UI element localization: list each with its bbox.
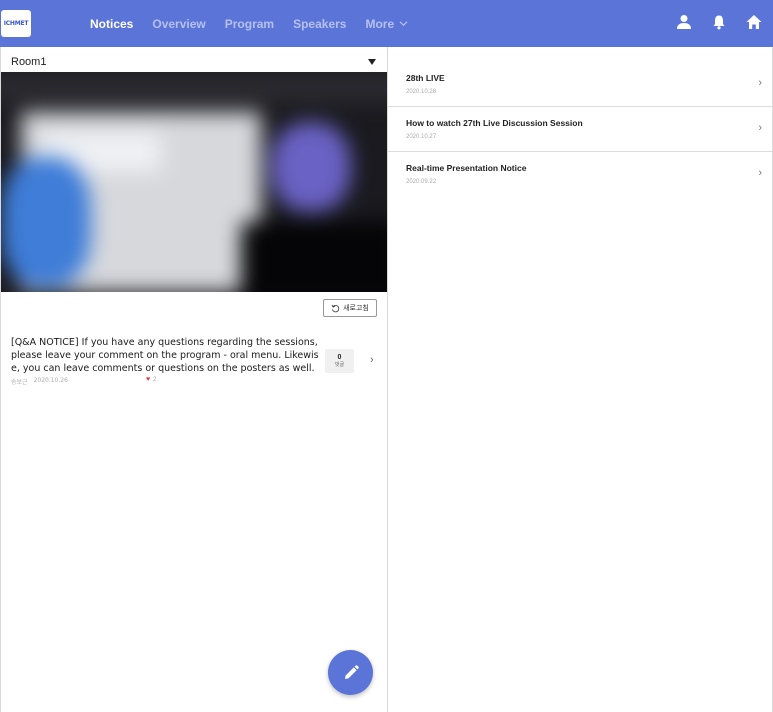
video-frame-blurred: [1, 72, 387, 292]
nav-notices[interactable]: Notices: [90, 17, 133, 31]
nav-more-label: More: [365, 16, 395, 31]
room-select-value: Room1: [11, 56, 47, 68]
pencil-icon: [344, 664, 359, 679]
nav-more[interactable]: More: [365, 17, 408, 31]
comment-label: 댓글: [334, 362, 345, 368]
user-icon[interactable]: [676, 14, 692, 30]
notice-date: 2020.10.27: [406, 134, 437, 140]
post-likes: ♥ 2: [146, 376, 157, 383]
chevron-right-icon[interactable]: ›: [370, 354, 374, 366]
post-meta: 송보근 2020.10.26: [11, 377, 68, 386]
caret-down-icon: [368, 59, 376, 65]
notice-title: How to watch 27th Live Discussion Sessio…: [406, 118, 583, 128]
notice-date: 2020.09.22: [406, 179, 437, 185]
write-post-button[interactable]: [328, 650, 373, 695]
refresh-label: 새로고침: [343, 304, 369, 312]
home-icon[interactable]: [746, 14, 762, 30]
notice-title: Real-time Presentation Notice: [406, 163, 527, 173]
post-author: 송보근: [11, 379, 28, 386]
comment-count: 0: [337, 354, 342, 361]
chevron-right-icon: ›: [758, 77, 762, 89]
main-nav: Notices Overview Program Speakers More: [90, 0, 427, 47]
bell-icon[interactable]: [711, 14, 727, 30]
heart-icon: ♥: [146, 376, 151, 383]
chevron-right-icon: ›: [758, 122, 762, 134]
refresh-icon: [331, 304, 340, 312]
room-select[interactable]: Room1: [1, 52, 387, 72]
live-video-player[interactable]: [1, 72, 387, 292]
post-like-count: 2: [153, 376, 157, 383]
ichmet-logo[interactable]: ICHMET: [1, 10, 31, 37]
comment-count-badge[interactable]: 0 댓글: [325, 349, 354, 373]
notice-item[interactable]: 28th LIVE 2020.10.28 ›: [388, 62, 772, 107]
qa-notice-post[interactable]: [Q&A NOTICE] If you have any questions r…: [1, 330, 387, 390]
chevron-right-icon: ›: [758, 167, 762, 179]
notice-date: 2020.10.28: [406, 89, 437, 95]
refresh-button[interactable]: 새로고침: [323, 299, 377, 317]
post-date: 2020.10.26: [33, 377, 68, 384]
nav-speakers[interactable]: Speakers: [293, 17, 346, 31]
chevron-down-icon: [399, 21, 408, 27]
notice-item[interactable]: Real-time Presentation Notice 2020.09.22…: [388, 152, 772, 197]
notice-title: 28th LIVE: [406, 73, 445, 83]
nav-program[interactable]: Program: [225, 17, 274, 31]
notice-item[interactable]: How to watch 27th Live Discussion Sessio…: [388, 107, 772, 152]
nav-overview[interactable]: Overview: [152, 17, 205, 31]
top-nav-bar: ICHMET Notices Overview Program Speakers…: [0, 0, 773, 47]
post-text: [Q&A NOTICE] If you have any questions r…: [11, 337, 319, 374]
